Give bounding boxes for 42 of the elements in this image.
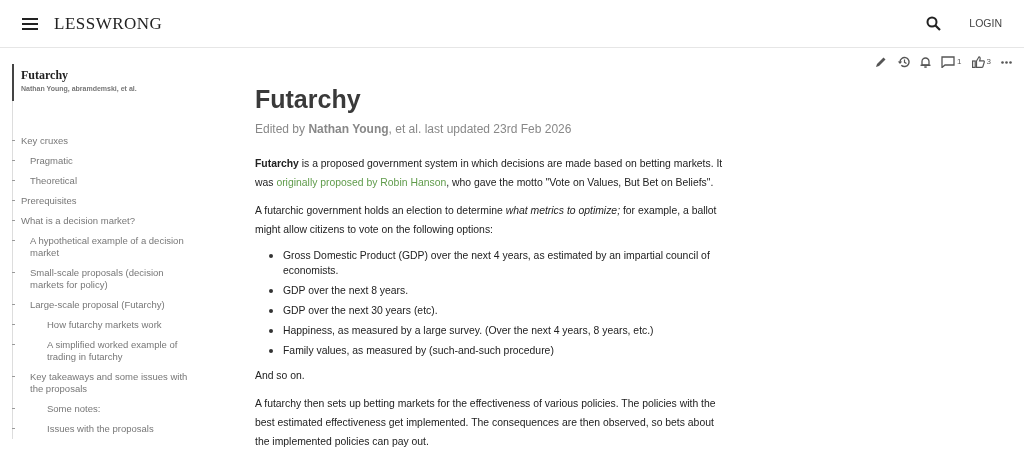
toc-item[interactable]: Some notes: bbox=[47, 398, 188, 419]
comment-icon bbox=[941, 56, 956, 68]
paragraph: A futarchic government holds an election to determine what metrics to optimize; for example, a ballot might allow citizens to vote on the following options: bbox=[255, 204, 718, 237]
article-title: Futarchy bbox=[255, 84, 362, 114]
paragraph: A futarchy then sets up betting markets for the effectiveness of various policies. The policies with the best estimated effectiveness get implemented. The consequences are then observed, so bets about the implemented policies can pay out. bbox=[255, 397, 717, 449]
thumbs-up-icon bbox=[971, 56, 985, 68]
toc-item[interactable]: Small-scale proposals (decision markets for policy) bbox=[30, 262, 188, 295]
toc-item[interactable]: What is a decision market? bbox=[21, 210, 188, 231]
toc-item[interactable]: Large-scale proposal (Futarchy) bbox=[30, 294, 188, 315]
search-icon[interactable] bbox=[926, 16, 942, 31]
vote-button[interactable]: 3 bbox=[971, 56, 991, 68]
toc-item[interactable]: Theoretical bbox=[30, 170, 188, 191]
toc-item[interactable]: Issues with the proposals bbox=[47, 418, 188, 439]
menu-icon[interactable] bbox=[22, 17, 38, 30]
list-item-text: GDP over the next 8 years. bbox=[283, 284, 409, 298]
toc-item[interactable]: A simplified worked example of trading in futarchy bbox=[47, 334, 188, 367]
bullet-icon bbox=[269, 309, 273, 313]
bullet-icon bbox=[269, 349, 273, 353]
toc-title[interactable]: Futarchy bbox=[21, 66, 225, 84]
more-icon[interactable] bbox=[1001, 60, 1012, 64]
bullet-icon bbox=[269, 289, 273, 293]
bullet-icon bbox=[269, 329, 273, 333]
toc-item[interactable]: Key takeaways and some issues with the proposals bbox=[30, 366, 188, 399]
list-item-text: Family values, as measured by (such-and-such procedure) bbox=[283, 344, 554, 358]
toc-item[interactable]: Key cruxes bbox=[21, 130, 188, 151]
list-item-text: GDP over the next 30 years (etc). bbox=[283, 304, 438, 318]
bullet-icon bbox=[269, 254, 273, 258]
toc-item[interactable]: Pragmatic bbox=[30, 150, 188, 171]
article-byline: Edited by Nathan Young, et al. last updated 23rd Feb 2026 bbox=[255, 121, 573, 138]
pencil-icon[interactable] bbox=[875, 56, 888, 68]
toc-item[interactable]: A hypothetical example of a decision market bbox=[30, 230, 188, 263]
site-logo[interactable]: LESSWRONG bbox=[54, 10, 163, 37]
login-button[interactable]: LOGIN bbox=[965, 13, 1006, 34]
bell-icon[interactable] bbox=[920, 56, 932, 68]
paragraph: And so on. bbox=[255, 369, 306, 383]
history-icon[interactable] bbox=[897, 56, 911, 68]
toc-item[interactable]: Prerequisites bbox=[21, 190, 188, 211]
list-item-text: Gross Domestic Product (GDP) over the next 4 years, as estimated by an impartial council of economists. bbox=[283, 249, 711, 278]
comments-button[interactable]: 1 bbox=[941, 56, 962, 68]
toc-item[interactable]: How futarchy markets work bbox=[47, 314, 188, 335]
list-item-text: Happiness, as measured by a large survey. (Over the next 4 years, 8 years, etc.) bbox=[283, 324, 654, 338]
paragraph: Futarchy is a proposed government system in which decisions are made based on betting markets. It was originally proposed by Robin Hanson, who gave the motto "Vote on Values, But Bet on Beliefs". bbox=[255, 157, 724, 190]
